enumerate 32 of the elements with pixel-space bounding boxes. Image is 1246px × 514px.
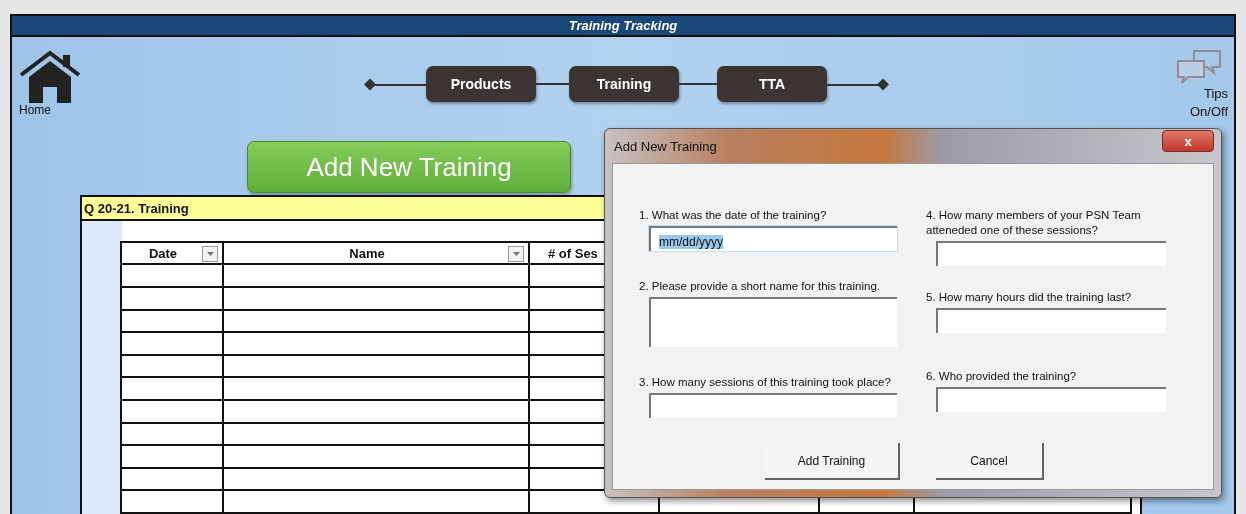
nav-tab[interactable]: TTA — [717, 66, 827, 103]
speech-bubbles-icon — [1176, 49, 1222, 86]
nav-tab[interactable]: Products — [426, 66, 536, 103]
caret-icon — [206, 252, 214, 257]
field-label: 3. How many sessions of this training took place? — [639, 375, 892, 390]
input-field[interactable] — [936, 241, 1166, 266]
filter-dropdown[interactable] — [508, 246, 524, 263]
input-field[interactable] — [936, 387, 1166, 412]
field-label: 5. How many hours did the training last? — [926, 290, 1133, 305]
connector-end-drawing — [827, 77, 889, 91]
input-field[interactable] — [936, 308, 1166, 333]
field-label: 6. Who provided the training? — [926, 369, 1078, 384]
connector-end-drawing — [364, 77, 426, 91]
input-field[interactable] — [649, 393, 897, 418]
add-button[interactable]: Add Training — [765, 443, 900, 480]
input-field[interactable]: mm/dd/yyyy — [649, 226, 897, 251]
column-header[interactable]: Date — [122, 243, 224, 266]
window-title: Training Tracking — [12, 16, 1234, 38]
nav-tab[interactable]: Training — [569, 66, 679, 103]
input-field[interactable] — [649, 297, 897, 347]
column-header[interactable]: Name — [224, 243, 530, 266]
caret-icon — [512, 252, 520, 257]
connector-line — [536, 83, 569, 86]
dialog-title: Add New Training — [614, 138, 717, 154]
tips-toggle[interactable]: Tips On/Off — [1168, 49, 1228, 122]
field-label: 2. Please provide a short name for this training. — [639, 279, 881, 294]
cancel-button[interactable]: Cancel — [936, 443, 1044, 480]
filter-dropdown[interactable] — [202, 246, 218, 263]
connector-line — [679, 83, 717, 86]
home-button[interactable]: Home — [18, 49, 82, 118]
close-button[interactable]: x — [1162, 130, 1214, 152]
house-icon — [17, 49, 83, 106]
